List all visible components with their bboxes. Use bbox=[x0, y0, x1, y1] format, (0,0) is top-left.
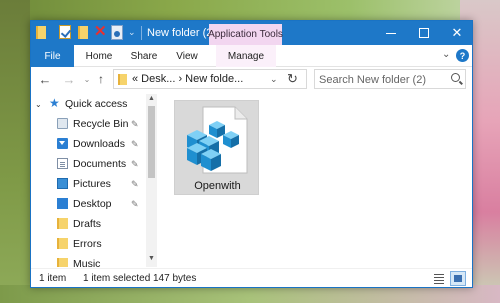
tab-home[interactable]: Home bbox=[79, 45, 119, 67]
title-separator bbox=[141, 26, 142, 40]
file-item-openwith[interactable]: Openwith bbox=[174, 100, 259, 195]
back-button[interactable]: ← bbox=[37, 71, 53, 87]
pin-icon[interactable]: ✎ bbox=[131, 159, 139, 170]
close-icon: ✕ bbox=[451, 25, 463, 40]
customize-dropdown-icon[interactable]: ⌄ bbox=[128, 27, 136, 38]
navigation-pane: ⌄ ★ Quick access Recycle Bin ✎ Downloads… bbox=[31, 94, 157, 267]
sidebar-item-label: Quick access bbox=[65, 98, 128, 110]
sidebar-item-documents[interactable]: Documents ✎ bbox=[31, 154, 145, 174]
pictures-icon bbox=[57, 178, 68, 189]
address-bar[interactable]: « Desk... › New folde... ⌄ ↻ bbox=[113, 69, 307, 89]
scroll-thumb[interactable] bbox=[148, 106, 155, 178]
minimize-icon bbox=[386, 32, 396, 34]
details-view-icon[interactable] bbox=[432, 272, 446, 285]
downloads-icon bbox=[57, 138, 68, 149]
title-bar: ✕ ⌄ New folder (2) Application Tools ✕ bbox=[31, 21, 472, 45]
pin-icon[interactable]: ✎ bbox=[131, 139, 139, 150]
refresh-button[interactable]: ↻ bbox=[287, 71, 298, 87]
sidebar-item-quick-access[interactable]: ⌄ ★ Quick access bbox=[31, 94, 145, 114]
expand-ribbon-icon[interactable]: ⌄ bbox=[442, 49, 450, 60]
star-icon: ★ bbox=[49, 96, 60, 110]
close-button[interactable]: ✕ bbox=[440, 21, 472, 45]
nav-scrollbar[interactable]: ▲ ▼ bbox=[146, 94, 157, 267]
sidebar-item-label: Drafts bbox=[73, 218, 102, 230]
folder-icon bbox=[118, 74, 127, 85]
status-bar: 1 item 1 item selected 147 bytes bbox=[31, 268, 472, 287]
maximize-icon bbox=[419, 28, 429, 38]
tab-file[interactable]: File bbox=[31, 45, 74, 67]
item-count: 1 item bbox=[39, 273, 67, 284]
search-box[interactable] bbox=[314, 69, 466, 89]
delete-icon[interactable]: ✕ bbox=[94, 23, 108, 41]
music-icon bbox=[57, 258, 68, 267]
forward-button[interactable]: → bbox=[61, 71, 77, 87]
breadcrumb[interactable]: « Desk... › New folde... bbox=[132, 73, 243, 85]
sidebar-item-downloads[interactable]: Downloads ✎ bbox=[31, 134, 145, 154]
scroll-up-icon[interactable]: ▲ bbox=[148, 95, 155, 102]
scroll-down-icon[interactable]: ▼ bbox=[148, 255, 155, 262]
pin-icon[interactable]: ✎ bbox=[131, 199, 139, 210]
maximize-button[interactable] bbox=[407, 21, 441, 45]
sidebar-item-label: Errors bbox=[73, 238, 102, 250]
desktop-icon bbox=[57, 198, 68, 209]
sidebar-item-drafts[interactable]: Drafts bbox=[31, 214, 145, 234]
properties-icon[interactable] bbox=[111, 25, 123, 40]
registry-file-icon bbox=[187, 106, 248, 174]
tab-share[interactable]: Share bbox=[124, 45, 164, 67]
properties-check-icon[interactable] bbox=[59, 25, 71, 39]
help-icon[interactable]: ? bbox=[456, 49, 469, 62]
window-title: New folder (2) bbox=[147, 27, 217, 39]
file-list: Openwith bbox=[158, 94, 472, 267]
search-input[interactable] bbox=[319, 72, 447, 87]
sidebar-item-pictures[interactable]: Pictures ✎ bbox=[31, 174, 145, 194]
address-dropdown-icon[interactable]: ⌄ bbox=[270, 74, 278, 85]
pin-icon[interactable]: ✎ bbox=[131, 119, 139, 130]
sidebar-item-music[interactable]: Music bbox=[31, 254, 145, 267]
new-folder-icon[interactable] bbox=[78, 26, 88, 39]
sidebar-item-label: Recycle Bin bbox=[73, 118, 129, 130]
sidebar-item-label: Desktop bbox=[73, 198, 112, 210]
file-explorer-window: ✕ ⌄ New folder (2) Application Tools ✕ F… bbox=[30, 20, 473, 288]
chevron-down-icon[interactable]: ⌄ bbox=[35, 100, 42, 109]
sidebar-item-label: Music bbox=[73, 258, 101, 267]
folder-icon[interactable] bbox=[36, 26, 46, 39]
contextual-tab-application-tools: Application Tools bbox=[208, 24, 283, 45]
tab-manage[interactable]: Manage bbox=[216, 45, 276, 67]
sidebar-item-label: Documents bbox=[73, 158, 127, 170]
ribbon-tabs: File Home Share View Manage ⌄ ? bbox=[31, 45, 472, 67]
folder-icon bbox=[57, 238, 68, 249]
search-icon[interactable] bbox=[451, 73, 460, 82]
sidebar-item-recycle-bin[interactable]: Recycle Bin ✎ bbox=[31, 114, 145, 134]
recycle-bin-icon bbox=[57, 118, 68, 129]
large-icons-view-icon[interactable] bbox=[450, 271, 466, 286]
file-name: Openwith bbox=[194, 180, 241, 192]
selection-size: 147 bytes bbox=[153, 273, 197, 284]
selection-count: 1 item selected bbox=[83, 273, 151, 284]
address-row: ← → ⌄ ↑ « Desk... › New folde... ⌄ ↻ bbox=[31, 67, 472, 93]
documents-icon bbox=[57, 158, 68, 169]
sidebar-item-label: Pictures bbox=[73, 178, 111, 190]
minimize-button[interactable] bbox=[374, 21, 408, 45]
up-button[interactable]: ↑ bbox=[93, 71, 109, 87]
tab-view[interactable]: View bbox=[169, 45, 205, 67]
desktop-background-left bbox=[0, 0, 30, 303]
pin-icon[interactable]: ✎ bbox=[131, 179, 139, 190]
folder-icon bbox=[57, 218, 68, 229]
sidebar-item-desktop[interactable]: Desktop ✎ bbox=[31, 194, 145, 214]
sidebar-item-errors[interactable]: Errors bbox=[31, 234, 145, 254]
sidebar-item-label: Downloads bbox=[73, 138, 125, 150]
